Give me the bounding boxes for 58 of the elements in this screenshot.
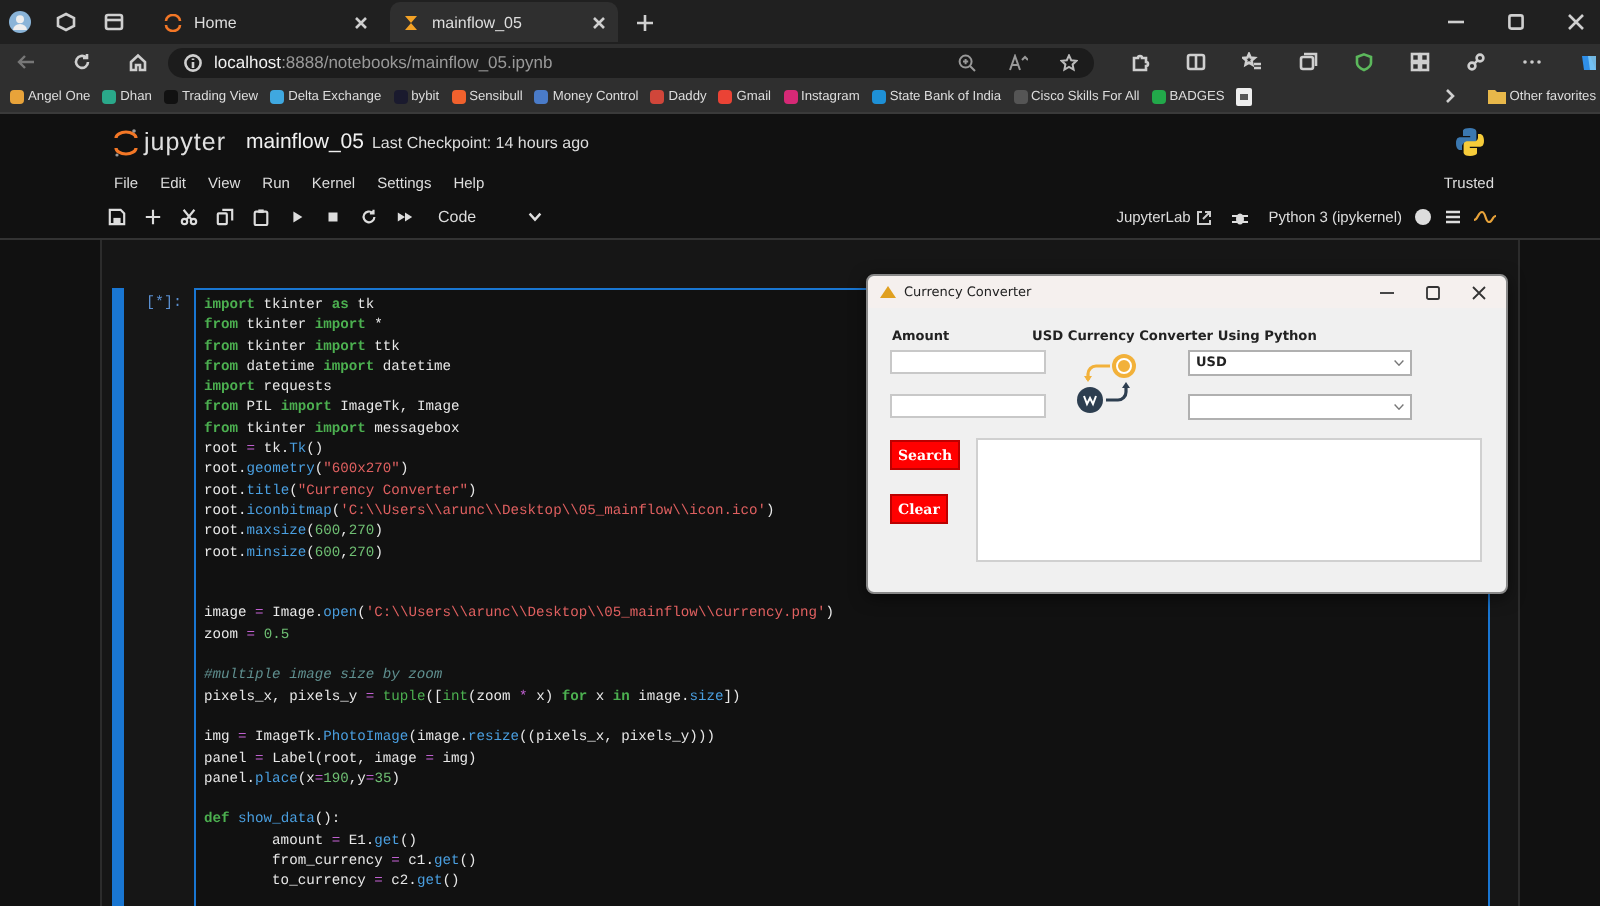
share-icon[interactable] [1466, 52, 1486, 72]
collections-icon[interactable] [1298, 52, 1318, 72]
tab-actions-icon[interactable] [104, 12, 124, 32]
chevron-down-icon [1394, 403, 1404, 409]
kernel-status-icon [1414, 208, 1432, 226]
apps-icon[interactable] [1410, 52, 1430, 72]
notebook-name[interactable]: mainflow_05 [246, 130, 364, 154]
address-bar[interactable]: localhost:8888/notebooks/mainflow_05.ipynb [168, 47, 1094, 77]
python-logo-icon [1454, 126, 1486, 158]
profile-avatar-icon[interactable] [8, 10, 32, 34]
activity-wave-icon[interactable] [1474, 210, 1496, 224]
jupyter-logo-icon [114, 127, 138, 157]
zoom-icon[interactable] [958, 53, 976, 71]
copy-icon[interactable] [216, 208, 234, 226]
jupyter-favicon-icon [164, 13, 182, 31]
back-arrow-icon[interactable] [16, 52, 36, 72]
amount-field[interactable] [890, 350, 1046, 374]
cell-type-dropdown[interactable]: Code [432, 206, 549, 228]
copilot-icon[interactable] [1578, 51, 1600, 73]
jupyter-logo[interactable]: jupyter [114, 127, 227, 157]
browser-tab[interactable]: Home [152, 2, 380, 42]
save-icon[interactable] [108, 208, 126, 226]
result-field[interactable] [890, 394, 1046, 418]
read-aloud-icon[interactable] [1008, 53, 1028, 71]
new-tab-icon[interactable] [636, 13, 654, 31]
browser-tab[interactable]: mainflow_05 [390, 2, 618, 42]
stop-icon[interactable] [324, 208, 342, 226]
split-screen-icon[interactable] [1186, 52, 1206, 72]
folder-icon [1487, 88, 1506, 104]
chevron-right-icon[interactable] [1443, 88, 1456, 104]
printer-icon[interactable] [1236, 87, 1253, 105]
app-logo-icon [880, 286, 896, 298]
reload-icon[interactable] [72, 52, 92, 72]
url-path: :8888/notebooks/mainflow_05.ipynb [281, 52, 555, 72]
fast-forward-icon[interactable] [396, 208, 414, 226]
external-link-icon [1196, 209, 1213, 225]
url-host: localhost [214, 52, 282, 72]
star-icon[interactable] [1060, 53, 1078, 71]
checkpoint-status: Last Checkpoint: 14 hours ago [371, 133, 589, 151]
info-icon [184, 53, 202, 71]
favorites-icon[interactable] [1242, 52, 1262, 72]
paste-icon[interactable] [252, 208, 270, 226]
home-icon[interactable] [128, 52, 148, 72]
menu-icon[interactable] [1444, 208, 1462, 226]
chevron-down-icon [1394, 359, 1404, 365]
caret-down-icon [528, 212, 543, 222]
run-icon[interactable] [288, 208, 306, 226]
maximize-icon[interactable] [1426, 285, 1440, 299]
add-cell-icon[interactable] [144, 208, 162, 226]
extensions-icon[interactable] [1130, 52, 1150, 72]
browser-essentials-icon[interactable] [1354, 52, 1374, 72]
close-icon[interactable] [1472, 285, 1486, 299]
workspaces-icon[interactable] [56, 12, 76, 32]
restart-icon[interactable] [360, 208, 378, 226]
debugger-bug-icon[interactable] [1232, 209, 1249, 225]
currency-exchange-drawing [1074, 352, 1142, 416]
hourglass-icon [402, 13, 420, 31]
cut-icon[interactable] [180, 208, 198, 226]
